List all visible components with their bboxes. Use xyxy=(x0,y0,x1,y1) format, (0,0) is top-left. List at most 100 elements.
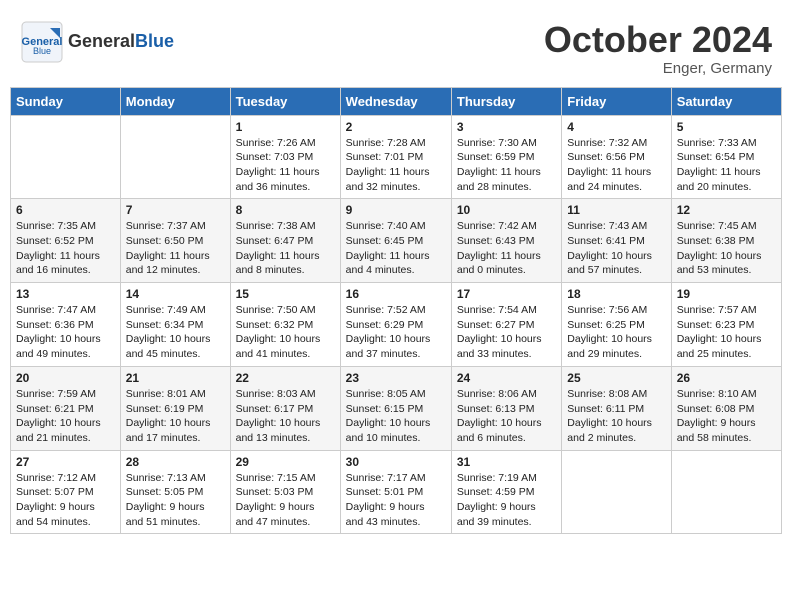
day-info: Sunrise: 7:19 AM Sunset: 4:59 PM Dayligh… xyxy=(457,471,556,530)
day-number: 31 xyxy=(457,455,556,469)
col-header-monday: Monday xyxy=(120,87,230,115)
day-number: 5 xyxy=(677,120,776,134)
day-info: Sunrise: 7:52 AM Sunset: 6:29 PM Dayligh… xyxy=(346,303,446,362)
day-number: 29 xyxy=(236,455,335,469)
calendar-cell-5-3: 29 Sunrise: 7:15 AM Sunset: 5:03 PM Dayli… xyxy=(230,450,340,534)
day-info: Sunrise: 7:43 AM Sunset: 6:41 PM Dayligh… xyxy=(567,219,665,278)
calendar-cell-2-3: 8Sunrise: 7:38 AM Sunset: 6:47 PM Daylig… xyxy=(230,199,340,283)
location: Enger, Germany xyxy=(544,60,772,77)
day-number: 12 xyxy=(677,203,776,217)
calendar-cell-5-7 xyxy=(671,450,781,534)
col-header-thursday: Thursday xyxy=(451,87,561,115)
calendar-cell-5-5: 31 Sunrise: 7:19 AM Sunset: 4:59 PM Dayli… xyxy=(451,450,561,534)
calendar-table: SundayMondayTuesdayWednesdayThursdayFrid… xyxy=(10,87,782,535)
calendar-cell-2-4: 9Sunrise: 7:40 AM Sunset: 6:45 PM Daylig… xyxy=(340,199,451,283)
day-number: 27 xyxy=(16,455,115,469)
day-info: Sunrise: 8:03 AM Sunset: 6:17 PM Dayligh… xyxy=(236,387,335,446)
day-info: Sunrise: 7:38 AM Sunset: 6:47 PM Dayligh… xyxy=(236,219,335,278)
day-info: Sunrise: 8:06 AM Sunset: 6:13 PM Dayligh… xyxy=(457,387,556,446)
calendar-cell-1-5: 3 Sunrise: 7:30 AM Sunset: 6:59 PM Daylig… xyxy=(451,115,561,199)
day-info: Sunrise: 7:37 AM Sunset: 6:50 PM Dayligh… xyxy=(126,219,225,278)
day-info: Sunrise: 8:10 AM Sunset: 6:08 PM Dayligh… xyxy=(677,387,776,446)
day-info: Sunrise: 7:56 AM Sunset: 6:25 PM Dayligh… xyxy=(567,303,665,362)
calendar-cell-1-2 xyxy=(120,115,230,199)
calendar-cell-3-2: 14Sunrise: 7:49 AM Sunset: 6:34 PM Dayli… xyxy=(120,283,230,367)
day-number: 10 xyxy=(457,203,556,217)
calendar-cell-4-1: 20 Sunrise: 7:59 AM Sunset: 6:21 PM Dayli… xyxy=(11,366,121,450)
calendar-header-row: SundayMondayTuesdayWednesdayThursdayFrid… xyxy=(11,87,782,115)
day-number: 22 xyxy=(236,371,335,385)
day-info: Sunrise: 7:17 AM Sunset: 5:01 PM Dayligh… xyxy=(346,471,446,530)
month-title: October 2024 xyxy=(544,20,772,60)
calendar-cell-2-1: 6Sunrise: 7:35 AM Sunset: 6:52 PM Daylig… xyxy=(11,199,121,283)
day-number: 28 xyxy=(126,455,225,469)
day-info: Sunrise: 7:35 AM Sunset: 6:52 PM Dayligh… xyxy=(16,219,115,278)
calendar-cell-5-4: 30 Sunrise: 7:17 AM Sunset: 5:01 PM Dayli… xyxy=(340,450,451,534)
calendar-cell-3-1: 13Sunrise: 7:47 AM Sunset: 6:36 PM Dayli… xyxy=(11,283,121,367)
calendar-cell-2-5: 10 Sunrise: 7:42 AM Sunset: 6:43 PM Dayli… xyxy=(451,199,561,283)
calendar-cell-4-6: 25 Sunrise: 8:08 AM Sunset: 6:11 PM Dayli… xyxy=(562,366,671,450)
calendar-cell-1-7: 5 Sunrise: 7:33 AM Sunset: 6:54 PM Daylig… xyxy=(671,115,781,199)
calendar-cell-1-3: 1 Sunrise: 7:26 AM Sunset: 7:03 PM Daylig… xyxy=(230,115,340,199)
col-header-tuesday: Tuesday xyxy=(230,87,340,115)
title-area: October 2024 Enger, Germany xyxy=(544,20,772,77)
day-number: 1 xyxy=(236,120,335,134)
calendar-cell-3-4: 16Sunrise: 7:52 AM Sunset: 6:29 PM Dayli… xyxy=(340,283,451,367)
day-info: Sunrise: 7:47 AM Sunset: 6:36 PM Dayligh… xyxy=(16,303,115,362)
calendar-cell-5-2: 28Sunrise: 7:13 AM Sunset: 5:05 PM Dayli… xyxy=(120,450,230,534)
day-number: 11 xyxy=(567,203,665,217)
logo-blue: Blue xyxy=(135,31,174,51)
calendar-cell-4-5: 24Sunrise: 8:06 AM Sunset: 6:13 PM Dayli… xyxy=(451,366,561,450)
calendar-cell-1-4: 2Sunrise: 7:28 AM Sunset: 7:01 PM Daylig… xyxy=(340,115,451,199)
day-number: 21 xyxy=(126,371,225,385)
calendar-week-2: 6Sunrise: 7:35 AM Sunset: 6:52 PM Daylig… xyxy=(11,199,782,283)
calendar-cell-2-6: 11 Sunrise: 7:43 AM Sunset: 6:41 PM Dayli… xyxy=(562,199,671,283)
calendar-cell-4-4: 23 Sunrise: 8:05 AM Sunset: 6:15 PM Dayli… xyxy=(340,366,451,450)
calendar-cell-3-5: 17 Sunrise: 7:54 AM Sunset: 6:27 PM Dayli… xyxy=(451,283,561,367)
day-number: 30 xyxy=(346,455,446,469)
day-info: Sunrise: 7:30 AM Sunset: 6:59 PM Dayligh… xyxy=(457,136,556,195)
calendar-cell-5-6 xyxy=(562,450,671,534)
calendar-cell-4-3: 22 Sunrise: 8:03 AM Sunset: 6:17 PM Dayli… xyxy=(230,366,340,450)
day-info: Sunrise: 8:08 AM Sunset: 6:11 PM Dayligh… xyxy=(567,387,665,446)
logo-icon: General Blue xyxy=(20,20,64,64)
calendar-cell-5-1: 27 Sunrise: 7:12 AM Sunset: 5:07 PM Dayli… xyxy=(11,450,121,534)
day-info: Sunrise: 8:01 AM Sunset: 6:19 PM Dayligh… xyxy=(126,387,225,446)
day-info: Sunrise: 7:12 AM Sunset: 5:07 PM Dayligh… xyxy=(16,471,115,530)
day-info: Sunrise: 7:59 AM Sunset: 6:21 PM Dayligh… xyxy=(16,387,115,446)
day-info: Sunrise: 7:32 AM Sunset: 6:56 PM Dayligh… xyxy=(567,136,665,195)
logo-text: GeneralBlue xyxy=(68,32,174,52)
calendar-week-3: 13Sunrise: 7:47 AM Sunset: 6:36 PM Dayli… xyxy=(11,283,782,367)
calendar-cell-1-1 xyxy=(11,115,121,199)
day-info: Sunrise: 7:26 AM Sunset: 7:03 PM Dayligh… xyxy=(236,136,335,195)
day-number: 25 xyxy=(567,371,665,385)
day-info: Sunrise: 7:28 AM Sunset: 7:01 PM Dayligh… xyxy=(346,136,446,195)
calendar-cell-3-6: 18Sunrise: 7:56 AM Sunset: 6:25 PM Dayli… xyxy=(562,283,671,367)
day-number: 23 xyxy=(346,371,446,385)
day-number: 3 xyxy=(457,120,556,134)
calendar-cell-3-3: 15Sunrise: 7:50 AM Sunset: 6:32 PM Dayli… xyxy=(230,283,340,367)
logo-general: General xyxy=(68,31,135,51)
day-info: Sunrise: 7:33 AM Sunset: 6:54 PM Dayligh… xyxy=(677,136,776,195)
day-number: 20 xyxy=(16,371,115,385)
calendar-week-4: 20 Sunrise: 7:59 AM Sunset: 6:21 PM Dayli… xyxy=(11,366,782,450)
calendar-week-5: 27 Sunrise: 7:12 AM Sunset: 5:07 PM Dayli… xyxy=(11,450,782,534)
calendar-cell-4-7: 26Sunrise: 8:10 AM Sunset: 6:08 PM Dayli… xyxy=(671,366,781,450)
day-info: Sunrise: 8:05 AM Sunset: 6:15 PM Dayligh… xyxy=(346,387,446,446)
day-info: Sunrise: 7:50 AM Sunset: 6:32 PM Dayligh… xyxy=(236,303,335,362)
calendar-cell-3-7: 19 Sunrise: 7:57 AM Sunset: 6:23 PM Dayli… xyxy=(671,283,781,367)
day-number: 17 xyxy=(457,287,556,301)
page-header: General Blue GeneralBlue October 2024 En… xyxy=(10,10,782,82)
calendar-cell-2-7: 12 Sunrise: 7:45 AM Sunset: 6:38 PM Dayli… xyxy=(671,199,781,283)
day-number: 7 xyxy=(126,203,225,217)
day-info: Sunrise: 7:54 AM Sunset: 6:27 PM Dayligh… xyxy=(457,303,556,362)
day-number: 14 xyxy=(126,287,225,301)
day-info: Sunrise: 7:15 AM Sunset: 5:03 PM Dayligh… xyxy=(236,471,335,530)
col-header-saturday: Saturday xyxy=(671,87,781,115)
col-header-friday: Friday xyxy=(562,87,671,115)
day-info: Sunrise: 7:57 AM Sunset: 6:23 PM Dayligh… xyxy=(677,303,776,362)
day-info: Sunrise: 7:42 AM Sunset: 6:43 PM Dayligh… xyxy=(457,219,556,278)
day-number: 19 xyxy=(677,287,776,301)
day-info: Sunrise: 7:45 AM Sunset: 6:38 PM Dayligh… xyxy=(677,219,776,278)
calendar-cell-4-2: 21 Sunrise: 8:01 AM Sunset: 6:19 PM Dayli… xyxy=(120,366,230,450)
